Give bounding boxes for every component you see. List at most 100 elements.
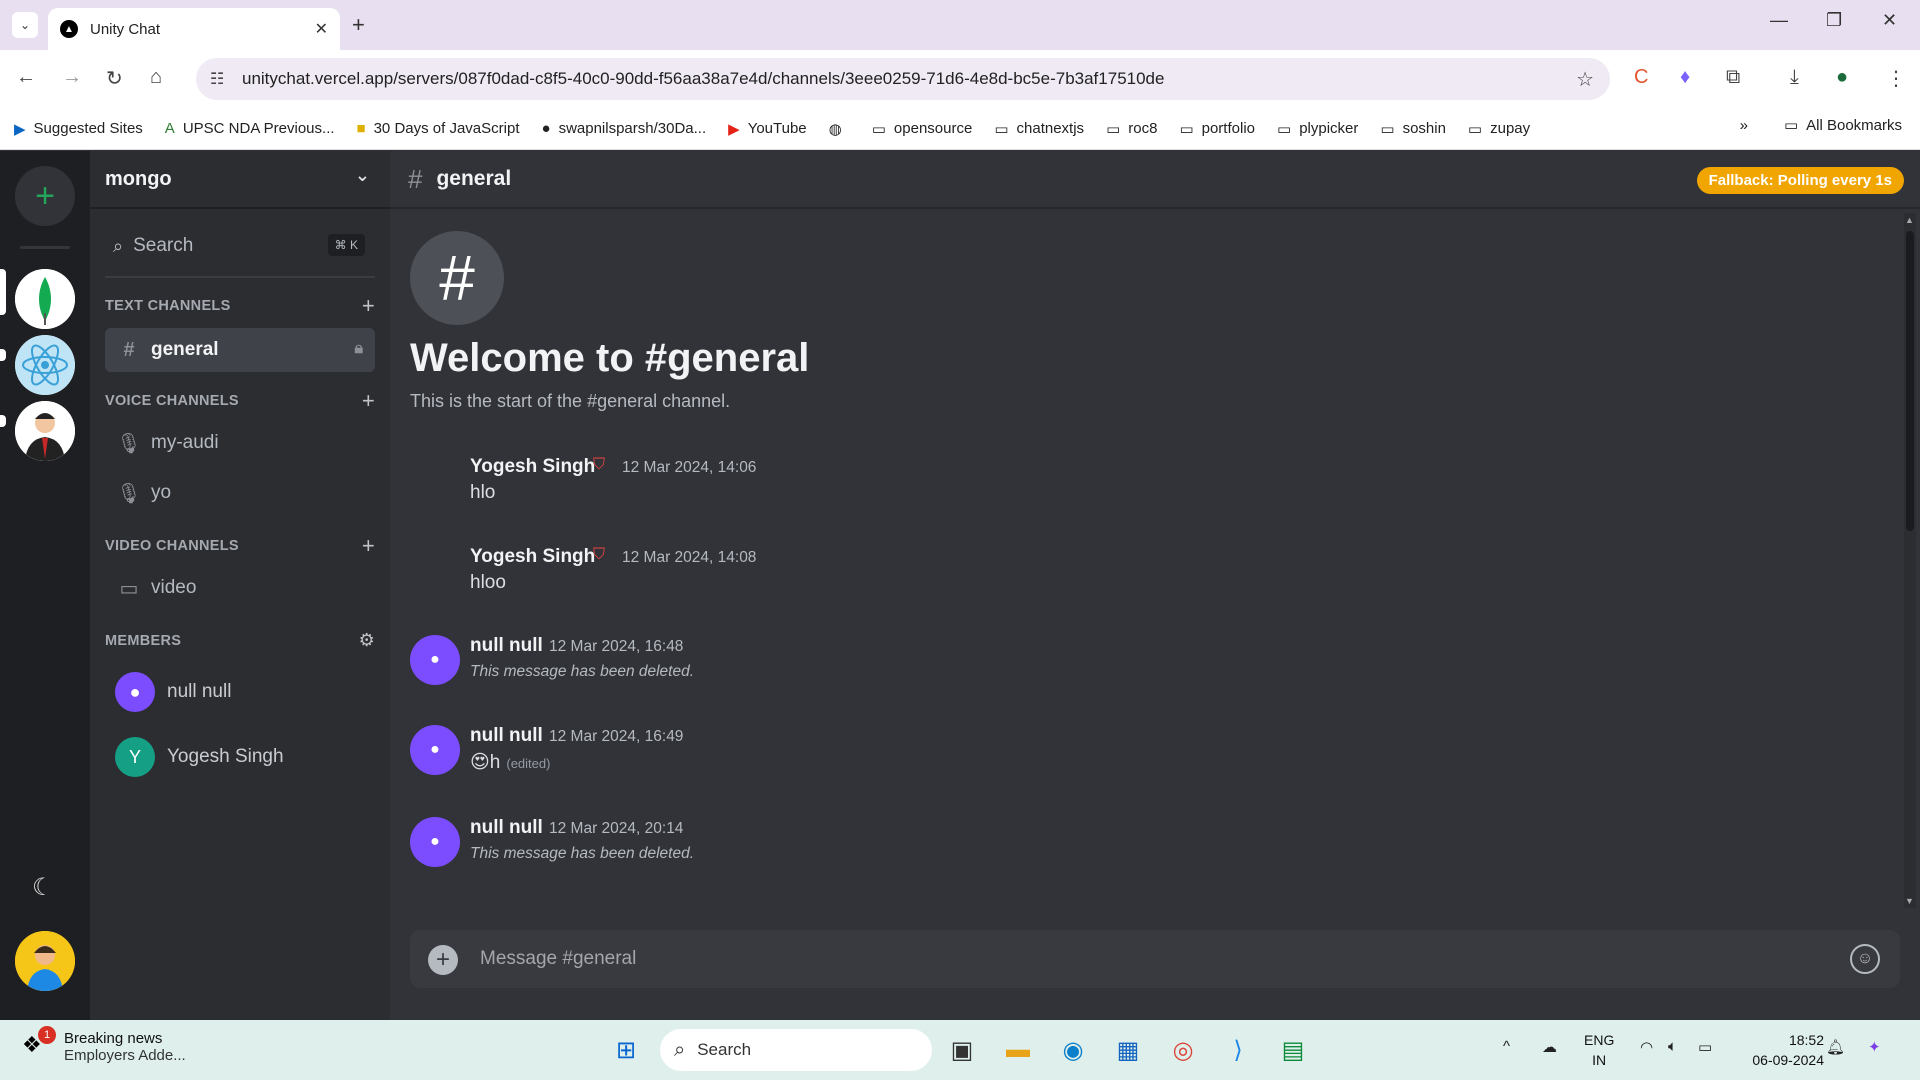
all-bookmarks[interactable]: » ▭ All Bookmarks bbox=[1740, 116, 1902, 135]
extension-c-icon[interactable]: C bbox=[1634, 66, 1648, 89]
channel-video[interactable]: ▭ video bbox=[105, 566, 375, 610]
more-bookmarks-icon[interactable]: » bbox=[1740, 117, 1748, 134]
task-view-icon[interactable]: ▣ bbox=[944, 1032, 980, 1068]
extension-flame-icon[interactable]: ♦ bbox=[1680, 66, 1690, 89]
tab-search-dropdown-icon[interactable]: ⌄ bbox=[12, 12, 38, 38]
bookmark-folder[interactable]: ▭ plypicker bbox=[1277, 120, 1358, 138]
add-server-button[interactable]: + bbox=[15, 166, 75, 226]
server-header[interactable]: mongo ⌄ bbox=[90, 151, 390, 209]
server-mongodb[interactable] bbox=[15, 269, 75, 329]
member-yogesh-singh[interactable]: Y Yogesh Singh bbox=[115, 737, 284, 777]
folder-icon: ▭ bbox=[871, 120, 886, 138]
site-info-icon[interactable]: ☷ bbox=[210, 69, 224, 89]
bookmark-star-icon[interactable]: ☆ bbox=[1576, 67, 1594, 92]
copilot-icon[interactable]: ✦ bbox=[1868, 1038, 1881, 1056]
message-author[interactable]: Yogesh Singh bbox=[470, 546, 595, 568]
chrome-icon[interactable]: ◎ bbox=[1165, 1032, 1201, 1068]
user-silhouette-icon: ● bbox=[129, 681, 141, 702]
new-tab-icon[interactable]: + bbox=[352, 12, 365, 38]
message-avatar[interactable]: ● bbox=[410, 725, 460, 775]
bookmark-folder[interactable]: ▭ zupay bbox=[1468, 120, 1530, 138]
battery-icon[interactable]: ▭ bbox=[1698, 1038, 1712, 1056]
server-name: mongo bbox=[105, 167, 172, 190]
file-explorer-icon[interactable]: ▬ bbox=[1000, 1032, 1036, 1068]
add-text-channel-icon[interactable]: + bbox=[362, 293, 375, 319]
bookmark-item[interactable]: ▶ Suggested Sites bbox=[14, 120, 143, 138]
server-person[interactable] bbox=[15, 401, 75, 461]
downloads-icon[interactable]: ⤓ bbox=[1790, 66, 1799, 89]
server-react[interactable] bbox=[15, 335, 75, 395]
emoji-picker-icon[interactable]: ☺ bbox=[1850, 944, 1880, 974]
channel-my-audi[interactable]: 🎙︎ my-audi bbox=[105, 421, 375, 465]
bookmark-item[interactable]: ▶ YouTube bbox=[728, 120, 807, 138]
bookmark-label: chatnextjs bbox=[1016, 120, 1085, 137]
onedrive-icon[interactable]: ☁ bbox=[1542, 1038, 1557, 1056]
taskbar-search[interactable]: ⌕ Search bbox=[660, 1029, 932, 1071]
chevron-down-icon[interactable]: ⌄ bbox=[355, 165, 370, 186]
profile-avatar-icon[interactable]: ● bbox=[1836, 66, 1848, 89]
restore-icon[interactable]: ❐ bbox=[1826, 10, 1842, 31]
url-text: unitychat.vercel.app/servers/087f0dad-c8… bbox=[242, 69, 1165, 88]
browser-tab[interactable]: ▲ Unity Chat ✕ bbox=[48, 8, 340, 50]
react-logo-icon bbox=[15, 335, 75, 395]
message-author[interactable]: null null bbox=[470, 817, 543, 839]
message-avatar[interactable]: ● bbox=[410, 817, 460, 867]
text-channels-header: TEXT CHANNELS + bbox=[105, 293, 375, 318]
back-icon[interactable]: ← bbox=[16, 66, 36, 89]
close-window-icon[interactable]: ✕ bbox=[1882, 10, 1897, 31]
bookmark-folder[interactable]: ▭ opensource bbox=[872, 120, 973, 138]
message-author[interactable]: null null bbox=[470, 725, 543, 747]
manage-members-gear-icon[interactable]: ⚙ bbox=[359, 630, 375, 651]
home-icon[interactable]: ⌂ bbox=[150, 66, 162, 89]
bookmark-item[interactable]: ■ 30 Days of JavaScript bbox=[357, 120, 520, 137]
attach-plus-icon[interactable]: + bbox=[428, 945, 458, 975]
theme-toggle-moon-icon[interactable]: ☾ bbox=[32, 873, 54, 902]
channel-general[interactable]: # general 🔒︎ bbox=[105, 328, 375, 372]
store-icon[interactable]: ▦ bbox=[1110, 1032, 1146, 1068]
reload-icon[interactable]: ↻ bbox=[106, 66, 123, 91]
message-avatar[interactable]: ● bbox=[410, 635, 460, 685]
menu-kebab-icon[interactable]: ⋮ bbox=[1886, 66, 1906, 91]
clock[interactable]: 18:52 06-09-2024 bbox=[1752, 1030, 1824, 1070]
notifications-bell-icon[interactable]: 🔔︎ bbox=[1826, 1038, 1845, 1056]
edge-icon[interactable]: ◉ bbox=[1055, 1032, 1091, 1068]
user-avatar[interactable] bbox=[15, 931, 75, 991]
windows-start-icon[interactable]: ⊞ bbox=[608, 1032, 644, 1068]
add-voice-channel-icon[interactable]: + bbox=[362, 388, 375, 414]
bookmark-folder[interactable]: ▭ portfolio bbox=[1179, 120, 1255, 138]
search-button[interactable]: ⌕ Search ⌘ K bbox=[105, 226, 375, 266]
scroll-up-icon[interactable]: ▲ bbox=[1905, 215, 1914, 225]
tray-chevron-icon[interactable]: ^ bbox=[1503, 1038, 1510, 1055]
add-video-channel-icon[interactable]: + bbox=[362, 533, 375, 559]
member-null-null[interactable]: ● null null bbox=[115, 672, 231, 712]
message-author[interactable]: null null bbox=[470, 635, 543, 657]
wifi-icon[interactable]: ◠ bbox=[1640, 1038, 1653, 1056]
forward-icon[interactable]: → bbox=[62, 66, 82, 89]
extensions-puzzle-icon[interactable]: ⧉ bbox=[1726, 66, 1740, 89]
bookmark-item[interactable]: ◍ bbox=[829, 120, 850, 138]
bookmark-folder[interactable]: ▭ soshin bbox=[1380, 120, 1446, 138]
news-widget[interactable]: ❖ 1 Breaking news Employers Adde... bbox=[22, 1026, 186, 1064]
message-input[interactable]: + Message #general ☺ bbox=[410, 930, 1900, 988]
bookmark-folder[interactable]: ▭ chatnextjs bbox=[994, 120, 1084, 138]
bookmark-folder[interactable]: ▭ roc8 bbox=[1106, 120, 1157, 138]
taskbar-search-label: Search bbox=[697, 1040, 752, 1059]
language-indicator[interactable]: ENG IN bbox=[1584, 1030, 1614, 1070]
terminal-app-icon[interactable]: ▤ bbox=[1275, 1032, 1311, 1068]
url-input[interactable]: ☷ unitychat.vercel.app/servers/087f0dad-… bbox=[196, 58, 1610, 100]
bookmark-item[interactable]: ● swapnilsparsh/30Da... bbox=[542, 120, 707, 137]
scroll-down-icon[interactable]: ▼ bbox=[1905, 896, 1914, 906]
minimize-icon[interactable]: — bbox=[1770, 10, 1788, 31]
message-author[interactable]: Yogesh Singh bbox=[470, 456, 595, 478]
channel-yo[interactable]: 🎙︎ yo bbox=[105, 471, 375, 515]
moderator-shield-icon: ⛉ bbox=[593, 546, 606, 563]
volume-icon[interactable]: 🔈︎ bbox=[1668, 1038, 1677, 1055]
vscode-icon[interactable]: ⟩ bbox=[1220, 1032, 1256, 1068]
message-placeholder: Message #general bbox=[480, 948, 637, 969]
messages-scrollbar[interactable]: ▲ ▼ bbox=[1904, 213, 1916, 908]
scrollbar-thumb[interactable] bbox=[1906, 231, 1914, 531]
tab-close-icon[interactable]: ✕ bbox=[315, 19, 328, 39]
bookmark-item[interactable]: A UPSC NDA Previous... bbox=[165, 120, 335, 137]
server-pill bbox=[0, 415, 6, 427]
hash-icon: # bbox=[408, 163, 423, 194]
